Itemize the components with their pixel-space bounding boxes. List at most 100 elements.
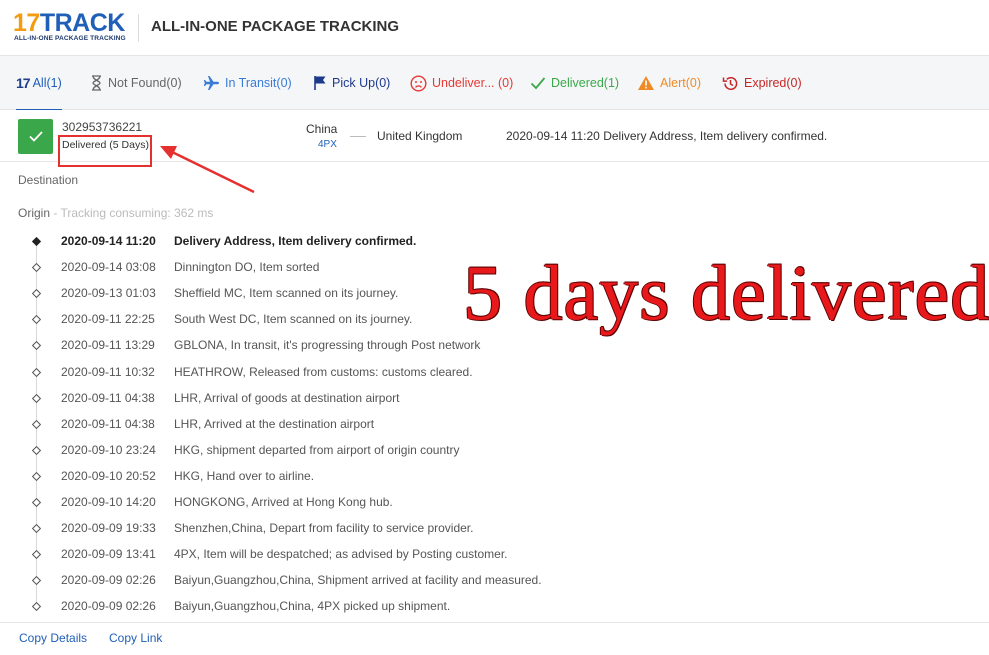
footer-actions: Copy Details Copy Link [0, 622, 989, 655]
destination-section-label[interactable]: Destination [18, 173, 78, 187]
timeline-event: 2020-09-10 14:20 HONGKONG, Arrived at Hon… [0, 489, 989, 515]
event-description: Baiyun,Guangzhou,China, Shipment arrived… [174, 573, 542, 588]
timeline-event: 2020-09-11 04:38 LHR, Arrived at the dest… [0, 411, 989, 437]
timeline-event: 2020-09-09 13:41 4PX, Item will be despat… [0, 541, 989, 567]
timeline-event: 2020-09-10 23:24 HKG, shipment departed f… [0, 437, 989, 463]
overlay-caption: 5 days delivered [463, 249, 989, 336]
status-badge: Delivered (5 Days) [62, 139, 149, 151]
event-time: 2020-09-09 13:41 [61, 547, 156, 562]
page-title: ALL-IN-ONE PACKAGE TRACKING [151, 18, 400, 35]
event-description: Baiyun,Guangzhou,China, 4PX picked up sh… [174, 599, 451, 614]
event-description: Delivery Address, Item delivery confirme… [174, 234, 417, 248]
diamond-filled-icon [32, 237, 41, 246]
history-icon [722, 76, 738, 90]
copy-link-link[interactable]: Copy Link [109, 631, 162, 645]
origin-country: China [306, 122, 338, 136]
event-description: HKG, shipment departed from airport of o… [174, 442, 460, 457]
diamond-outline-icon [32, 471, 41, 481]
package-summary[interactable]: 302953736221 Delivered (5 Days) China 4P… [0, 110, 989, 167]
diamond-outline-icon [32, 263, 41, 273]
tab-in-transit[interactable]: In Transit(0) [203, 56, 292, 110]
event-description: LHR, Arrival of goods at destination air… [174, 390, 400, 405]
event-time: 2020-09-11 10:32 [61, 364, 155, 379]
diamond-outline-icon [32, 602, 41, 612]
tab-label: Not Found(0) [108, 76, 182, 90]
event-description: HEATHROW, Released from customs: customs… [174, 364, 473, 379]
17-logo-icon: 17 [16, 75, 31, 91]
tab-expired[interactable]: Expired(0) [722, 56, 802, 110]
carrier-link[interactable]: 4PX [318, 139, 337, 150]
diamond-outline-icon [32, 445, 41, 455]
timeline-event: 2020-09-09 19:33 Shenzhen,China, Depart f… [0, 515, 989, 541]
delivered-check-icon [18, 119, 53, 154]
event-time: 2020-09-10 23:24 [61, 442, 156, 457]
timeline-event: 2020-09-09 02:26 Baiyun,Guangzhou,China, … [0, 593, 989, 619]
tab-label: Alert(0) [660, 76, 701, 90]
event-description: LHR, Arrived at the destination airport [174, 416, 375, 431]
event-time: 2020-09-13 01:03 [61, 286, 156, 301]
event-time: 2020-09-11 22:25 [61, 312, 155, 327]
warning-icon [638, 76, 654, 90]
annotation-arrow [160, 146, 255, 194]
event-description: 4PX, Item will be despatched; as advised… [174, 547, 508, 562]
timeline-event: 2020-09-09 02:26 Baiyun,Guangzhou,China, … [0, 567, 989, 593]
event-time: 2020-09-11 04:38 [61, 416, 155, 431]
tab-label: Delivered(1) [551, 76, 620, 90]
diamond-outline-icon [32, 419, 41, 429]
route-arrow [350, 136, 366, 137]
diamond-outline-icon [32, 315, 41, 325]
tab-alert[interactable]: Alert(0) [637, 56, 701, 110]
status-tabs: 17 All(1) Not Found(0) In Transit(0) Pic… [0, 56, 989, 111]
event-time: 2020-09-09 19:33 [61, 521, 156, 536]
event-description: Sheffield MC, Item scanned on its journe… [174, 286, 399, 301]
diamond-outline-icon [32, 289, 41, 299]
tracking-consuming-time: - Tracking consuming: 362 ms [50, 206, 214, 220]
diamond-outline-icon [32, 393, 41, 403]
diamond-outline-icon [32, 498, 41, 507]
event-time: 2020-09-09 02:26 [61, 573, 156, 588]
tab-label: In Transit(0) [225, 76, 292, 90]
event-description: HKG, Hand over to airline. [174, 468, 315, 483]
origin-section-label[interactable]: Origin - Tracking consuming: 362 ms [18, 206, 213, 220]
destination-country: United Kingdom [377, 129, 463, 143]
diamond-outline-icon [32, 550, 41, 560]
flag-icon [314, 76, 326, 90]
hourglass-icon [92, 75, 101, 91]
event-description: Shenzhen,China, Depart from facility to … [174, 521, 474, 536]
event-time: 2020-09-10 14:20 [61, 495, 156, 509]
event-description: Dinnington DO, Item sorted [174, 260, 320, 275]
event-time: 2020-09-09 02:26 [61, 599, 156, 614]
check-icon [530, 77, 546, 90]
tab-not-found[interactable]: Not Found(0) [90, 56, 182, 110]
event-time: 2020-09-10 20:52 [61, 468, 156, 483]
header: 17TRACK ALL-IN-ONE PACKAGE TRACKING ALL-… [0, 0, 989, 56]
tab-delivered[interactable]: Delivered(1) [530, 56, 619, 110]
header-divider [138, 14, 139, 42]
event-description: GBLONA, In transit, it's progressing thr… [174, 338, 481, 353]
tab-label: Pick Up(0) [332, 76, 391, 90]
logo-wordmark: 17TRACK [13, 9, 125, 37]
event-time: 2020-09-11 13:29 [61, 338, 155, 353]
timeline-event: 2020-09-10 20:52 HKG, Hand over to airlin… [0, 463, 989, 489]
tab-label: Undeliver... (0) [432, 76, 514, 90]
tab-pick-up[interactable]: Pick Up(0) [313, 56, 390, 110]
diamond-outline-icon [32, 341, 41, 351]
copy-details-link[interactable]: Copy Details [19, 631, 87, 645]
event-time: 2020-09-11 04:38 [61, 390, 155, 405]
diamond-outline-icon [32, 524, 41, 534]
timeline-event: 2020-09-11 10:32 HEATHROW, Released from … [0, 359, 989, 385]
logo-17track[interactable]: 17TRACK ALL-IN-ONE PACKAGE TRACKING [13, 10, 128, 46]
event-time: 2020-09-14 11:20 [61, 234, 156, 248]
logo-tagline: ALL-IN-ONE PACKAGE TRACKING [14, 35, 126, 42]
origin-label: Origin [18, 206, 51, 220]
sad-face-icon [410, 74, 427, 92]
diamond-outline-icon [32, 367, 41, 377]
tab-all[interactable]: 17 All(1) [16, 56, 62, 111]
diamond-outline-icon [32, 576, 41, 586]
timeline-event: 2020-09-11 04:38 LHR, Arrival of goods at… [0, 385, 989, 411]
tracking-number[interactable]: 302953736221 [62, 120, 142, 134]
event-description: HONGKONG, Arrived at Hong Kong hub. [174, 495, 393, 509]
tab-undelivered[interactable]: Undeliver... (0) [410, 56, 513, 110]
plane-icon [203, 76, 219, 90]
event-time: 2020-09-14 03:08 [61, 260, 156, 275]
